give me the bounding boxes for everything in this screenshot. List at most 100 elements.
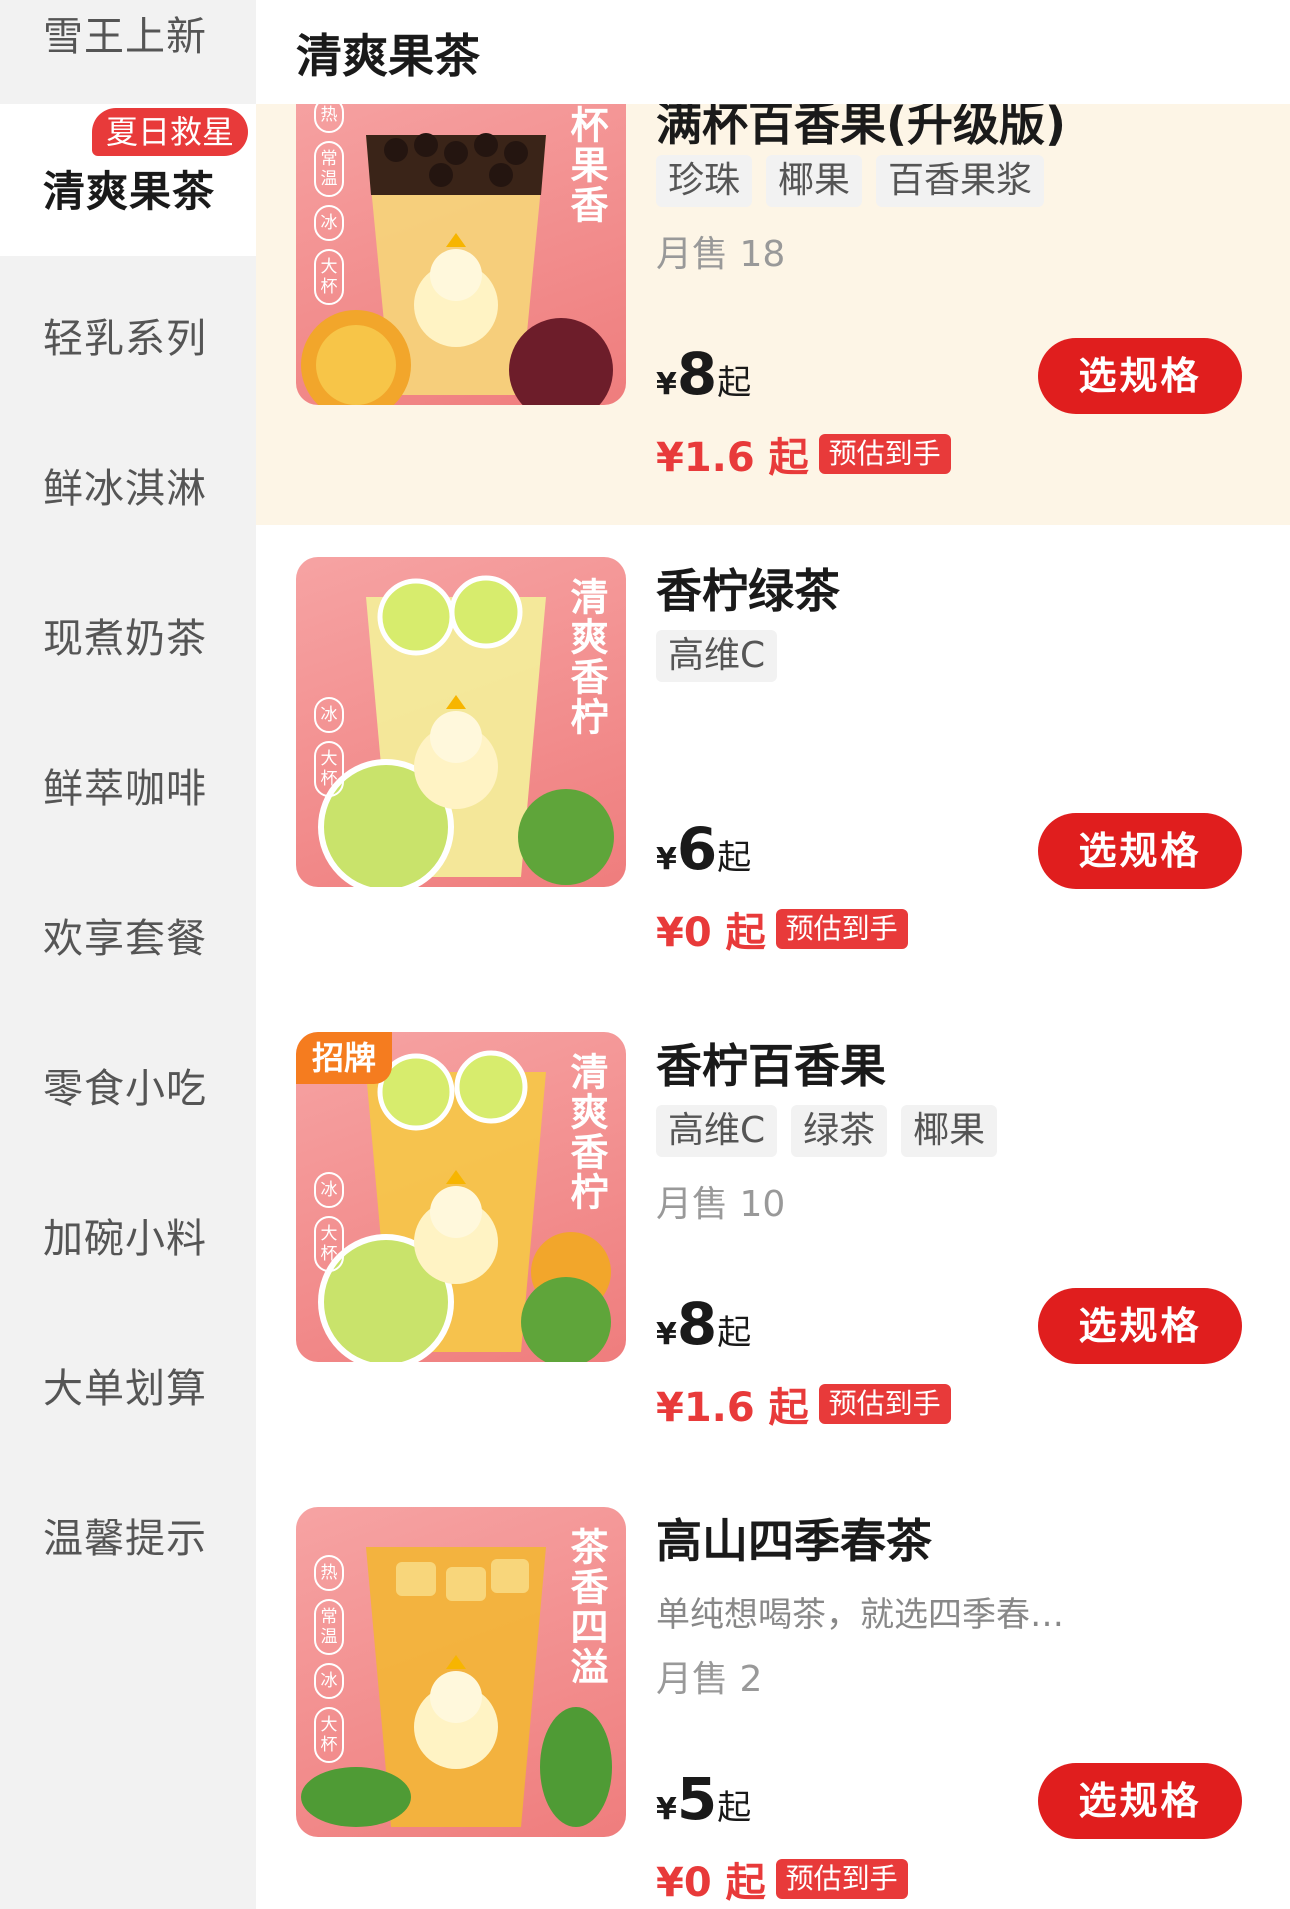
estimated-price-value: ¥1.6 起: [656, 435, 809, 481]
tag: 绿茶: [791, 1105, 888, 1157]
price-suffix: 起: [717, 1313, 752, 1353]
pill-large: 大杯: [314, 741, 344, 797]
select-spec-button[interactable]: 选规格: [1038, 338, 1242, 414]
product-image[interactable]: 热 常温 冰 大杯 茶香四溢: [296, 1507, 626, 1837]
product-name: 高山四季春茶: [656, 1514, 932, 1568]
price-currency: ¥: [656, 842, 677, 877]
select-spec-button[interactable]: 选规格: [1038, 1288, 1242, 1364]
page-title: 清爽果茶: [296, 29, 480, 83]
price-currency: ¥: [656, 367, 677, 402]
tag: 高维C: [656, 1105, 778, 1157]
price-value: 5: [676, 1765, 718, 1833]
select-spec-button[interactable]: 选规格: [1038, 813, 1242, 889]
pill-large: 大杯: [314, 249, 344, 305]
pill-room-temp: 常温: [314, 141, 344, 197]
pill-hot: 热: [314, 1555, 344, 1591]
signature-badge: 招牌: [296, 1032, 393, 1084]
sidebar-item-toppings[interactable]: 加碗小料: [0, 1156, 256, 1306]
sidebar-item-label: 轻乳系列: [43, 316, 207, 362]
sidebar-item-label: 鲜萃咖啡: [43, 766, 207, 812]
product-name: 香柠绿茶: [656, 564, 840, 618]
category-header: 清爽果茶: [256, 0, 1290, 104]
tag: 百香果浆: [876, 155, 1045, 207]
product-tags: 珍珠 椰果 百香果浆: [656, 155, 1045, 207]
estimated-price-value: ¥1.6 起: [656, 1385, 809, 1431]
estimated-price-value: ¥0 起: [656, 1860, 766, 1906]
sidebar-item-fruit-tea[interactable]: 夏日救星 清爽果茶: [0, 104, 256, 256]
product-image[interactable]: 招牌 冰 大杯 清爽香柠: [296, 1032, 626, 1362]
estimated-label: 预估到手: [775, 909, 908, 949]
pill-iced: 冰: [314, 697, 344, 733]
price-value: 8: [676, 1290, 718, 1358]
temperature-pills: 冰 大杯: [314, 1172, 344, 1272]
sidebar-item-ice-cream[interactable]: 鲜冰淇淋: [0, 406, 256, 556]
product-card[interactable]: 满杯百香果(升级版) 招牌 热 常温 冰 大杯 满杯果香 珍珠 椰果 百香果浆 …: [256, 60, 1290, 525]
sidebar-item-combo[interactable]: 欢享套餐: [0, 856, 256, 1006]
product-tags: 高维C: [656, 630, 778, 682]
sidebar-item-label: 温馨提示: [43, 1516, 207, 1562]
estimated-label: 预估到手: [818, 434, 951, 474]
monthly-sales: 月售 18: [656, 234, 786, 275]
sidebar-item-label: 鲜冰淇淋: [43, 466, 207, 512]
image-slogan: 茶香四溢: [564, 1527, 608, 1687]
price: ¥6起: [656, 815, 751, 883]
price-suffix: 起: [717, 363, 752, 403]
tag: 椰果: [766, 155, 863, 207]
temperature-pills: 冰 大杯: [314, 697, 344, 797]
product-image[interactable]: 冰 大杯 清爽香柠: [296, 557, 626, 887]
pill-iced: 冰: [314, 1663, 344, 1699]
sidebar-item-label: 欢享套餐: [43, 916, 207, 962]
category-sidebar: 雪王上新 夏日救星 清爽果茶 轻乳系列 鲜冰淇淋 现煮奶茶 鲜萃咖啡 欢享套餐 …: [0, 0, 256, 1909]
sidebar-item-light-milk[interactable]: 轻乳系列: [0, 256, 256, 406]
product-tags: 高维C 绿茶 椰果: [656, 1105, 998, 1157]
tag: 珍珠: [656, 155, 753, 207]
image-slogan: 清爽香柠: [564, 577, 608, 737]
monthly-sales: 月售 2: [656, 1659, 763, 1700]
sidebar-item-label: 雪王上新: [43, 14, 207, 60]
price-value: 6: [676, 815, 718, 883]
sidebar-item-label: 现煮奶茶: [43, 616, 207, 662]
estimated-price: ¥0 起 预估到手: [656, 1850, 908, 1908]
temperature-pills: 热 常温 冰 大杯: [314, 97, 344, 305]
price-currency: ¥: [656, 1792, 677, 1827]
select-spec-button[interactable]: 选规格: [1038, 1763, 1242, 1839]
pill-room-temp: 常温: [314, 1599, 344, 1655]
pill-large: 大杯: [314, 1216, 344, 1272]
pill-iced: 冰: [314, 1172, 344, 1208]
product-name: 香柠百香果: [656, 1039, 886, 1093]
price-currency: ¥: [656, 1317, 677, 1352]
pill-iced: 冰: [314, 205, 344, 241]
price: ¥8起: [656, 340, 751, 408]
estimated-price: ¥0 起 预估到手: [656, 900, 908, 958]
tag: 高维C: [656, 630, 778, 682]
price: ¥5起: [656, 1765, 751, 1833]
price-suffix: 起: [717, 838, 752, 878]
sidebar-item-bulk-deals[interactable]: 大单划算: [0, 1306, 256, 1456]
image-slogan: 清爽香柠: [564, 1052, 608, 1212]
tag: 椰果: [901, 1105, 998, 1157]
sidebar-item-label: 大单划算: [43, 1366, 207, 1412]
estimated-label: 预估到手: [818, 1384, 951, 1424]
product-description: 单纯想喝茶，就选四季春…: [656, 1595, 1064, 1635]
sidebar-item-label: 加碗小料: [43, 1216, 207, 1262]
price-value: 8: [676, 340, 718, 408]
temperature-pills: 热 常温 冰 大杯: [314, 1555, 344, 1763]
price: ¥8起: [656, 1290, 751, 1358]
sidebar-item-new[interactable]: 雪王上新: [0, 0, 256, 104]
sidebar-item-label: 零食小吃: [43, 1066, 207, 1112]
sidebar-item-milk-tea[interactable]: 现煮奶茶: [0, 556, 256, 706]
estimated-label: 预估到手: [775, 1859, 908, 1899]
product-card[interactable]: 热 常温 冰 大杯 茶香四溢 高山四季春茶 单纯想喝茶，就选四季春… 月售 2 …: [256, 1475, 1290, 1909]
monthly-sales: 月售 10: [656, 1184, 786, 1225]
product-card[interactable]: 招牌 冰 大杯 清爽香柠 香柠百香果 高维C 绿茶 椰果 月售 10 ¥8起 ¥…: [256, 1000, 1290, 1475]
product-image[interactable]: 招牌 热 常温 冰 大杯 满杯果香: [296, 75, 626, 405]
pill-large: 大杯: [314, 1707, 344, 1763]
sidebar-item-coffee[interactable]: 鲜萃咖啡: [0, 706, 256, 856]
sidebar-item-snacks[interactable]: 零食小吃: [0, 1006, 256, 1156]
sidebar-badge: 夏日救星: [92, 108, 249, 156]
sidebar-item-tips[interactable]: 温馨提示: [0, 1456, 256, 1606]
product-card[interactable]: 冰 大杯 清爽香柠 香柠绿茶 高维C ¥6起 ¥0 起 预估到手 选规格: [256, 525, 1290, 1000]
estimated-price: ¥1.6 起 预估到手: [656, 1375, 951, 1433]
sidebar-item-label: 清爽果茶: [43, 167, 216, 216]
estimated-price: ¥1.6 起 预估到手: [656, 425, 951, 483]
